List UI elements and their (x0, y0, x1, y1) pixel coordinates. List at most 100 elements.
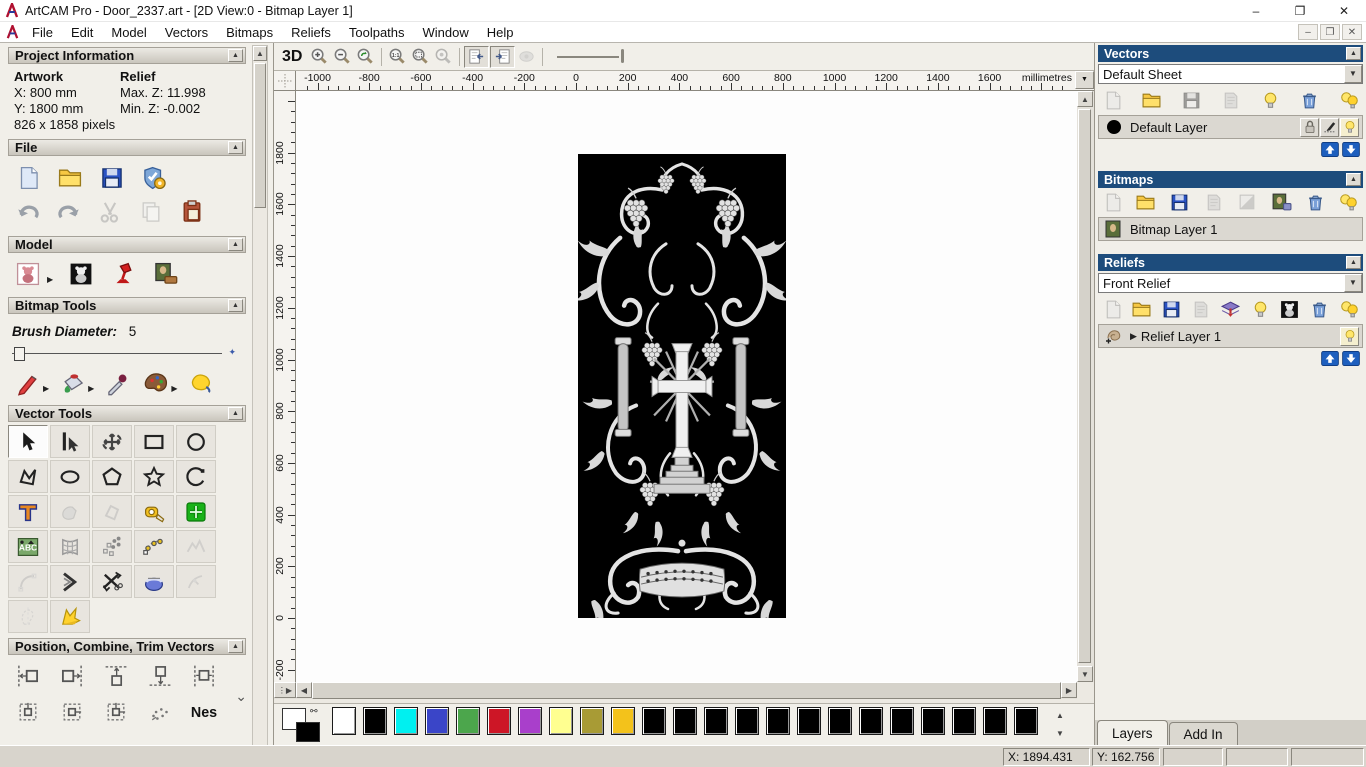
rectangle-tool-icon[interactable] (140, 428, 168, 456)
menu-edit[interactable]: Edit (62, 23, 102, 42)
palette-swatch[interactable] (363, 707, 387, 735)
align-left-icon[interactable] (14, 662, 42, 690)
new-document-icon[interactable] (14, 164, 42, 192)
trash-icon[interactable] (1308, 298, 1330, 320)
fillet-button[interactable] (8, 565, 48, 598)
menu-window[interactable]: Window (414, 23, 478, 42)
palette-icon[interactable] (142, 369, 170, 397)
trim-vectors-icon[interactable] (98, 568, 126, 596)
rectangle-tool-button[interactable] (134, 425, 174, 458)
polyline-tool-icon[interactable] (14, 463, 42, 491)
palette-swatch[interactable] (704, 707, 728, 735)
palette-swatch[interactable] (735, 707, 759, 735)
bucket-icon[interactable] (59, 369, 87, 397)
palette-swatch[interactable] (797, 707, 821, 735)
node-edit-icon[interactable] (56, 428, 84, 456)
wrap-vectors-button[interactable] (92, 495, 132, 528)
collapse-icon[interactable]: ▲ (1346, 47, 1361, 60)
trash-icon[interactable] (1304, 191, 1326, 213)
simplify-icon[interactable] (182, 533, 210, 561)
bulb-icon[interactable] (1259, 89, 1281, 111)
primary-secondary-color-chip[interactable]: ⚯ (282, 706, 330, 744)
palette-swatch[interactable] (549, 707, 573, 735)
center-y-icon[interactable] (58, 698, 86, 726)
offset-tool-button[interactable] (176, 495, 216, 528)
palette-swatch[interactable] (642, 707, 666, 735)
fit-curve-button[interactable] (134, 530, 174, 563)
page-icon[interactable] (1101, 89, 1123, 111)
pencil-icon[interactable] (14, 369, 42, 397)
nesting-icon[interactable]: Nes (190, 698, 218, 726)
align-top-icon[interactable] (102, 662, 130, 690)
visibility-bulb-icon[interactable] (1340, 117, 1359, 137)
chevron-down-icon[interactable]: ▼ (1344, 274, 1362, 292)
palette-swatch[interactable] (859, 707, 883, 735)
restore-button[interactable]: ❐ (1278, 0, 1322, 21)
chevron-down-icon[interactable]: ▼ (1344, 65, 1362, 83)
pan-corner-icon[interactable]: ⋮▶ (274, 682, 296, 698)
paste-along-curve-button[interactable] (92, 530, 132, 563)
bulbs-all-icon[interactable] (1338, 298, 1360, 320)
zoom-in-icon[interactable] (308, 46, 331, 68)
scroll-right-icon[interactable]: ▶ (1061, 682, 1077, 698)
zoom-previous-icon[interactable] (354, 46, 377, 68)
center-xy-icon[interactable] (102, 698, 130, 726)
toggle-next-bitmap-button[interactable] (490, 45, 516, 68)
joint-button[interactable] (176, 565, 216, 598)
zoom-object-icon[interactable] (432, 46, 455, 68)
palette-swatch[interactable] (332, 707, 356, 735)
toggle-prev-bitmap-button[interactable] (464, 45, 490, 68)
outline-button[interactable] (8, 600, 48, 633)
palette-swatch[interactable] (828, 707, 852, 735)
open-folder-icon[interactable] (1131, 298, 1153, 320)
move-layer-up-icon[interactable] (1321, 142, 1339, 157)
slider-handle-icon[interactable] (14, 347, 25, 361)
polygon-tool-icon[interactable] (98, 463, 126, 491)
mdi-restore-button[interactable]: ❐ (1320, 24, 1340, 40)
model-check-icon[interactable] (140, 164, 168, 192)
vector-layer-row[interactable]: Default Layer (1098, 115, 1363, 139)
circle-tool-button[interactable] (176, 425, 216, 458)
star-tool-icon[interactable] (140, 463, 168, 491)
palette-swatch[interactable] (611, 707, 635, 735)
expand-icon[interactable]: ▶ (1130, 331, 1137, 342)
minimize-button[interactable]: – (1234, 0, 1278, 21)
paste-along-curve-icon[interactable] (98, 533, 126, 561)
merge-icon[interactable] (1203, 191, 1225, 213)
save-icon[interactable] (1160, 298, 1182, 320)
scrollbar-thumb[interactable] (1078, 109, 1091, 663)
open-folder-icon[interactable] (1135, 191, 1157, 213)
weld-vectors-button[interactable] (134, 565, 174, 598)
open-folder-icon[interactable] (1141, 89, 1163, 111)
flyout-arrow-icon[interactable]: ▶ (47, 275, 53, 284)
wrap-text-icon[interactable] (56, 498, 84, 526)
move-layer-down-icon[interactable] (1342, 351, 1360, 366)
outline-icon[interactable] (14, 603, 42, 631)
collapse-icon[interactable]: ▲ (228, 141, 243, 154)
move-layer-down-icon[interactable] (1342, 142, 1360, 157)
transform-icon[interactable] (98, 428, 126, 456)
simplify-button[interactable] (176, 530, 216, 563)
canvas-viewport[interactable] (296, 91, 1077, 682)
assistant-scrollbar[interactable]: ▲ ▼ (252, 45, 268, 745)
preview-icon[interactable] (515, 46, 538, 68)
mdi-minimize-button[interactable]: – (1298, 24, 1318, 40)
join-chevron-icon[interactable] (56, 568, 84, 596)
align-bottom-icon[interactable] (146, 662, 174, 690)
ruler-unit-dropdown[interactable]: ▼ (1075, 71, 1094, 89)
sheet-dropdown[interactable]: Default Sheet ▼ (1098, 64, 1363, 84)
flyout-arrow-icon[interactable]: ▶ (171, 384, 177, 393)
ellipse-tool-button[interactable] (50, 460, 90, 493)
scroll-up-icon[interactable]: ▲ (1077, 91, 1093, 107)
center-x-icon[interactable] (14, 698, 42, 726)
bulbs-all-icon[interactable] (1338, 191, 1360, 213)
undo-icon[interactable] (14, 198, 42, 226)
palette-swatch[interactable] (1014, 707, 1038, 735)
paste-text-image-button[interactable]: ABC (8, 530, 48, 563)
menu-vectors[interactable]: Vectors (156, 23, 217, 42)
menu-toolpaths[interactable]: Toolpaths (340, 23, 414, 42)
select-cursor-icon[interactable] (14, 428, 42, 456)
tab-add-in[interactable]: Add In (1168, 722, 1238, 745)
create-star-relief-button[interactable] (50, 600, 90, 633)
arc-tool-button[interactable] (176, 460, 216, 493)
